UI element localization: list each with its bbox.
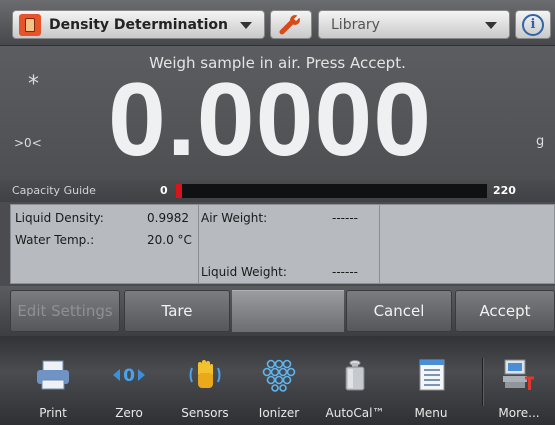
cancel-button[interactable]: Cancel (346, 290, 452, 332)
stability-indicator: * (28, 72, 39, 97)
accept-button[interactable]: Accept (455, 290, 555, 332)
liquid-info-column: Liquid Density: 0.9982 Water Temp.: 20.0… (11, 205, 199, 283)
zero-button[interactable]: 0 Zero (96, 336, 162, 425)
density-info-panel: Liquid Density: 0.9982 Water Temp.: 20.0… (10, 204, 555, 284)
weight-unit[interactable]: g (536, 134, 544, 149)
printer-icon (37, 360, 69, 390)
water-temp-row: Water Temp.: (15, 233, 94, 247)
application-dropdown[interactable]: Density Determination (12, 10, 265, 39)
sensors-button[interactable]: Sensors (172, 336, 238, 425)
more-label: More... (498, 406, 540, 420)
action-row: Edit Settings Tare Cancel Accept (0, 286, 555, 336)
liquid-density-label: Liquid Density: (15, 211, 104, 225)
more-scale-icon (503, 359, 534, 390)
capacity-guide-label: Capacity Guide (12, 184, 96, 197)
weight-reading: 0.0000 (108, 62, 433, 178)
library-label: Library (331, 16, 380, 33)
capacity-guide: Capacity Guide 0 220 (0, 180, 555, 202)
liquid-weight-value: ------ (332, 265, 358, 279)
autocal-label: AutoCal™ (325, 406, 385, 420)
menu-label: Menu (414, 406, 448, 420)
chevron-down-icon (240, 22, 252, 29)
weight-display: Weigh sample in air. Press Accept. * >0<… (0, 46, 555, 180)
weights-column: Air Weight: ------ Liquid Weight: ------ (199, 205, 380, 283)
capacity-max: 220 (493, 184, 516, 197)
capacity-bar-fill (176, 184, 183, 198)
ionizer-button[interactable]: Ionizer (246, 336, 312, 425)
ionizer-label: Ionizer (258, 406, 300, 420)
info-button[interactable]: i (515, 10, 551, 39)
water-temp-label: Water Temp.: (15, 233, 95, 247)
sensors-label: Sensors (181, 406, 229, 420)
center-of-zero-indicator: >0< (14, 136, 42, 150)
action-row-spacer (232, 290, 344, 332)
library-dropdown[interactable]: Library (318, 10, 510, 39)
menu-button[interactable]: Menu (398, 336, 464, 425)
capacity-min: 0 (160, 184, 168, 197)
liquid-density-row: Liquid Density: (15, 211, 104, 225)
liquid-density-value: 0.9982 (147, 211, 189, 225)
air-weight-value: ------ (332, 211, 358, 225)
info-icon: i (522, 13, 544, 36)
print-button[interactable]: Print (20, 336, 86, 425)
more-button[interactable]: More... (486, 336, 552, 425)
top-bar: Density Determination Library i (0, 0, 555, 46)
application-label: Density Determination (49, 16, 228, 33)
wrench-icon (279, 13, 302, 34)
water-temp-value: 20.0 °C (147, 233, 192, 247)
liquid-weight-label: Liquid Weight: (201, 265, 287, 279)
ionizer-icon (262, 359, 296, 392)
print-label: Print (39, 406, 67, 420)
bottom-toolbar: Print 0 Zero Sensors Ionizer AutoCal™ Me… (0, 336, 555, 425)
menu-list-icon (419, 359, 445, 391)
svg-text:0: 0 (123, 366, 135, 386)
toolbar-divider (482, 358, 484, 406)
edit-settings-button[interactable]: Edit Settings (10, 290, 120, 332)
chevron-down-icon (485, 22, 497, 29)
capacity-bar (176, 184, 487, 198)
density-jar-icon (19, 13, 41, 36)
tare-button[interactable]: Tare (124, 290, 230, 332)
air-weight-label: Air Weight: (201, 211, 268, 225)
settings-wrench-button[interactable] (270, 10, 312, 39)
autocal-button[interactable]: AutoCal™ (322, 336, 388, 425)
hand-sensor-icon (189, 360, 221, 388)
zero-icon: 0 (113, 366, 145, 386)
zero-label: Zero (115, 406, 143, 420)
calibration-weight-icon (345, 360, 365, 391)
